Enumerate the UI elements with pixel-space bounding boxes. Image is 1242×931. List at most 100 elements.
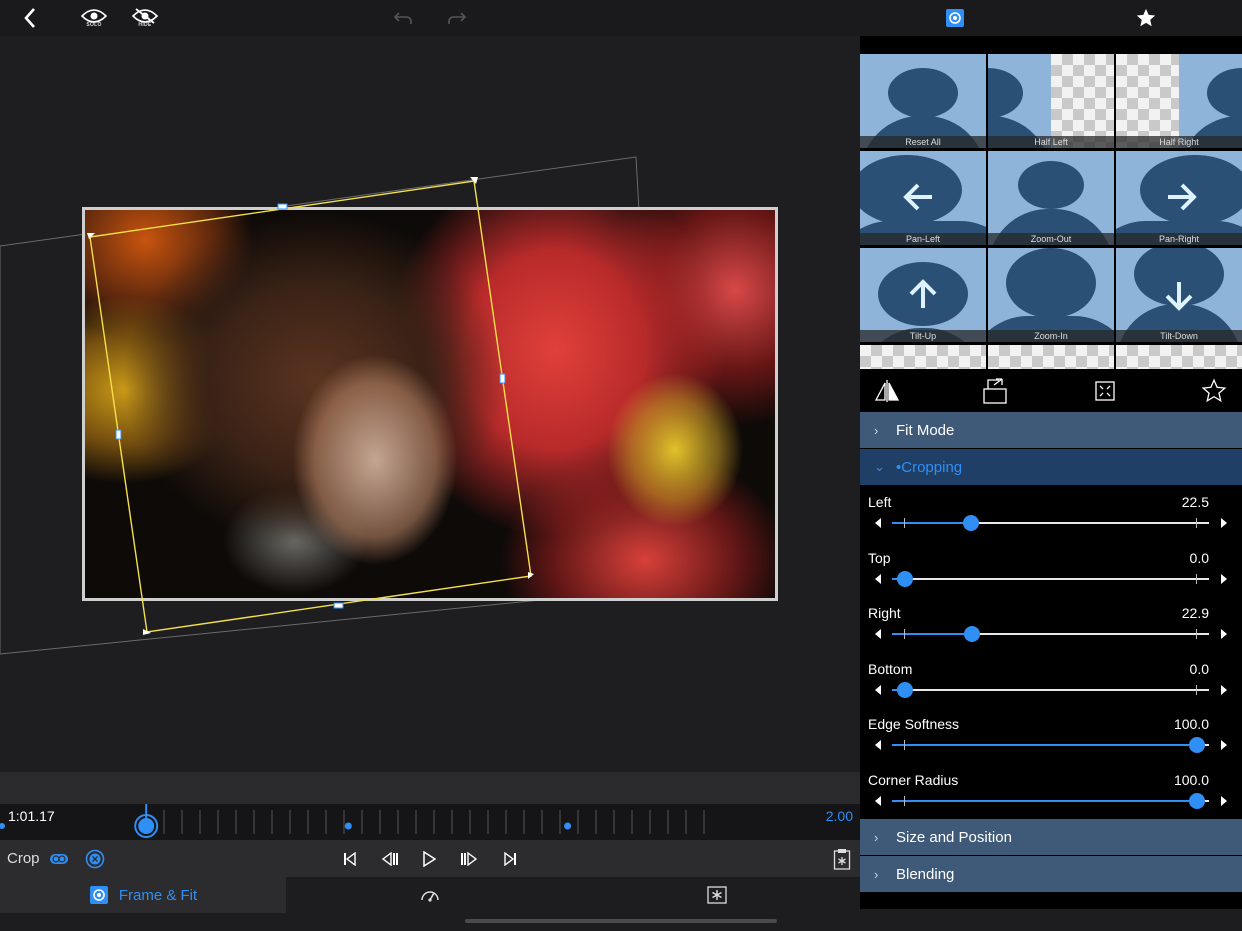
video-viewer[interactable] bbox=[0, 36, 860, 772]
slider-track[interactable] bbox=[892, 737, 1209, 753]
go-to-start-button[interactable] bbox=[339, 848, 361, 870]
slider-knob[interactable] bbox=[896, 570, 913, 587]
transform-target-icon bbox=[946, 9, 964, 27]
slider-knob[interactable] bbox=[896, 681, 913, 698]
slider-top[interactable]: Top 0.0 bbox=[860, 550, 1242, 605]
redo-button[interactable] bbox=[446, 4, 468, 32]
section-size-position[interactable]: › Size and Position bbox=[860, 819, 1242, 855]
flip-button[interactable] bbox=[872, 377, 902, 405]
keyframe-marker[interactable] bbox=[344, 822, 352, 830]
decrement-arrow-icon[interactable] bbox=[875, 629, 881, 639]
favorite-button[interactable] bbox=[1199, 377, 1229, 405]
keyframe-marker[interactable] bbox=[0, 823, 5, 829]
decrement-arrow-icon[interactable] bbox=[875, 573, 881, 584]
transform-mode-button[interactable] bbox=[944, 4, 966, 32]
skip-start-icon bbox=[344, 852, 356, 866]
chevron-right-icon: › bbox=[874, 866, 879, 882]
timeline[interactable]: 1:01.17 2.00 bbox=[0, 804, 860, 840]
person-head bbox=[988, 68, 1023, 118]
preset-pan-right[interactable]: Pan-Right bbox=[1116, 151, 1242, 245]
clipboard-button[interactable] bbox=[831, 848, 853, 870]
increment-arrow-icon[interactable] bbox=[1221, 740, 1227, 750]
slider-track[interactable] bbox=[892, 515, 1209, 531]
back-button[interactable] bbox=[18, 4, 42, 32]
timeline-ruler[interactable] bbox=[0, 804, 860, 840]
preset-partial[interactable] bbox=[1116, 345, 1242, 369]
preset-half-right[interactable]: Half Right bbox=[1116, 54, 1242, 148]
slider-edge-softness[interactable]: Edge Softness 100.0 bbox=[860, 716, 1242, 771]
slider-track[interactable] bbox=[892, 792, 1209, 809]
favorites-button[interactable] bbox=[1134, 4, 1158, 32]
preset-partial[interactable] bbox=[988, 345, 1114, 369]
increment-arrow-icon[interactable] bbox=[1221, 684, 1227, 695]
increment-arrow-icon[interactable] bbox=[1221, 795, 1227, 806]
preset-pan-left[interactable]: Pan-Left bbox=[860, 151, 986, 245]
link-toggle-icon bbox=[50, 854, 68, 864]
undo-button[interactable] bbox=[392, 4, 414, 32]
preset-zoom-in[interactable]: Zoom-In bbox=[988, 248, 1114, 342]
default-tick bbox=[904, 629, 905, 639]
decrement-arrow-icon[interactable] bbox=[875, 518, 881, 528]
step-forward-button[interactable] bbox=[458, 848, 480, 870]
decrement-arrow-icon[interactable] bbox=[875, 795, 881, 806]
section-title: Fit Mode bbox=[896, 421, 955, 439]
slider-knob[interactable] bbox=[1188, 737, 1205, 753]
max-tick bbox=[1196, 684, 1197, 695]
tab-effects[interactable] bbox=[573, 877, 860, 913]
slider-label: Corner Radius bbox=[868, 771, 959, 788]
preset-label: Pan-Right bbox=[1116, 233, 1242, 245]
decrement-arrow-icon[interactable] bbox=[875, 684, 881, 695]
slider-left[interactable]: Left 22.5 bbox=[860, 494, 1242, 549]
skip-end-icon bbox=[504, 852, 516, 866]
reset-keyframe-button[interactable] bbox=[84, 848, 106, 870]
keyframe-marker[interactable] bbox=[564, 822, 572, 830]
slider-value: 22.9 bbox=[1181, 605, 1209, 621]
fit-button[interactable] bbox=[1090, 377, 1120, 405]
tab-frame-fit[interactable]: Frame & Fit bbox=[0, 877, 286, 913]
slider-label: Edge Softness bbox=[868, 716, 960, 732]
rotate-button[interactable] bbox=[981, 377, 1011, 405]
arrow-right-icon bbox=[1168, 183, 1197, 211]
home-indicator bbox=[465, 919, 777, 923]
tab-speed[interactable] bbox=[286, 877, 573, 913]
transparency-checker bbox=[988, 345, 1114, 369]
default-tick bbox=[904, 518, 905, 528]
go-to-end-button[interactable] bbox=[499, 848, 521, 870]
preset-half-left[interactable]: Half Left bbox=[988, 54, 1114, 148]
preset-tilt-down[interactable]: Tilt-Down bbox=[1116, 248, 1242, 342]
transparency-checker bbox=[1051, 54, 1114, 148]
slider-knob[interactable] bbox=[1188, 792, 1205, 809]
solo-button[interactable]: SOLO bbox=[80, 4, 108, 32]
section-cropping[interactable]: ⌄ •Cropping bbox=[860, 449, 1242, 485]
increment-arrow-icon[interactable] bbox=[1221, 629, 1227, 639]
chevron-right-icon: › bbox=[874, 422, 879, 438]
max-tick bbox=[1196, 518, 1197, 528]
playhead-knob[interactable] bbox=[138, 818, 155, 834]
hide-button[interactable]: HIDE bbox=[131, 4, 159, 32]
increment-arrow-icon[interactable] bbox=[1221, 573, 1227, 584]
section-blending[interactable]: › Blending bbox=[860, 856, 1242, 892]
preset-tilt-up[interactable]: Tilt-Up bbox=[860, 248, 986, 342]
slider-knob[interactable] bbox=[964, 626, 981, 642]
slider-value: 100.0 bbox=[1173, 716, 1209, 732]
preset-partial[interactable] bbox=[860, 345, 986, 369]
preset-reset-all[interactable]: Reset All bbox=[860, 54, 986, 148]
step-back-button[interactable] bbox=[379, 848, 401, 870]
slider-knob[interactable] bbox=[963, 515, 980, 531]
slider-track[interactable] bbox=[892, 626, 1209, 642]
preset-zoom-out[interactable]: Zoom-Out bbox=[988, 151, 1114, 245]
decrement-arrow-icon[interactable] bbox=[875, 740, 881, 750]
keyframe-link-button[interactable] bbox=[48, 848, 70, 870]
transparency-checker bbox=[1116, 345, 1242, 369]
play-button[interactable] bbox=[418, 848, 440, 870]
section-fit-mode[interactable]: › Fit Mode bbox=[860, 412, 1242, 448]
slider-right[interactable]: Right 22.9 bbox=[860, 605, 1242, 660]
preset-label: Tilt-Down bbox=[1116, 330, 1242, 342]
increment-arrow-icon[interactable] bbox=[1221, 518, 1227, 528]
crop-frame[interactable] bbox=[0, 36, 860, 772]
preset-label: Zoom-In bbox=[988, 330, 1114, 342]
slider-bottom[interactable]: Bottom 0.0 bbox=[860, 661, 1242, 716]
slider-track[interactable] bbox=[892, 570, 1209, 587]
app-root: SOLO HIDE 1:01.17 2.00 Crop Frame & Fit … bbox=[0, 0, 1242, 931]
slider-track[interactable] bbox=[892, 681, 1209, 698]
